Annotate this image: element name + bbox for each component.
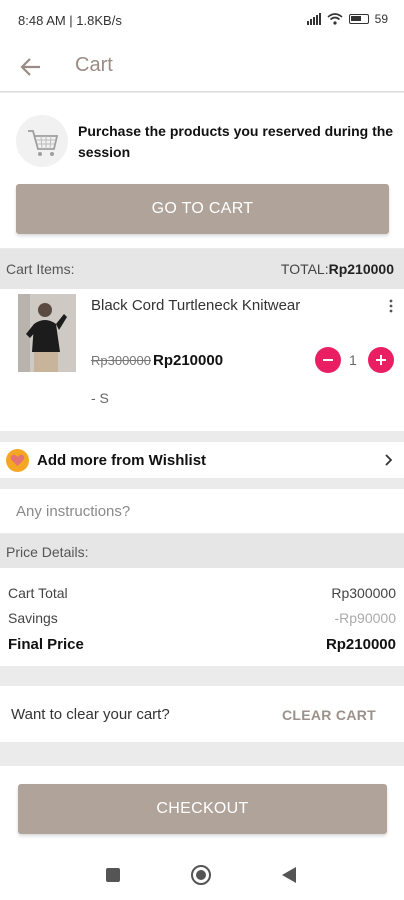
system-nav-bar: [0, 846, 404, 900]
arrow-left-icon[interactable]: [18, 54, 44, 80]
increase-quantity-button[interactable]: [368, 347, 394, 373]
home-icon[interactable]: [191, 865, 211, 885]
status-time: 8:48 AM | 1.8KB/s: [18, 13, 122, 28]
status-icons: 59: [306, 12, 388, 26]
checkout-bar: CHECKOUT: [0, 766, 404, 846]
reserved-products-banner: Purchase the products you reserved durin…: [0, 93, 404, 248]
instructions-input[interactable]: [0, 489, 404, 533]
savings-value: -Rp90000: [334, 610, 397, 626]
checkout-button[interactable]: CHECKOUT: [18, 784, 387, 834]
discounted-price: Rp210000: [153, 352, 224, 369]
clear-cart-button[interactable]: CLEAR CART: [282, 707, 376, 723]
original-price: Rp300000: [91, 353, 151, 368]
page-title: Cart: [75, 54, 113, 76]
wifi-icon: [327, 13, 343, 25]
add-from-wishlist-row[interactable]: Add more from Wishlist: [0, 442, 404, 478]
recent-apps-icon[interactable]: [106, 868, 120, 882]
plus-icon: [376, 355, 386, 365]
minus-icon: [323, 359, 333, 361]
decrease-quantity-button[interactable]: [315, 347, 341, 373]
price-details-label: Price Details:: [6, 544, 89, 560]
final-price-label: Final Price: [8, 636, 84, 653]
wishlist-label: Add more from Wishlist: [37, 452, 207, 469]
instructions-field-container: [0, 489, 404, 533]
quantity-value: 1: [349, 352, 357, 368]
product-variant: - S: [91, 390, 109, 406]
back-triangle-icon[interactable]: [282, 867, 296, 883]
final-price-row: Final Price Rp210000: [8, 636, 396, 653]
reserved-products-message: Purchase the products you reserved durin…: [78, 123, 394, 160]
cart-total-row: Cart Total Rp300000: [8, 585, 396, 601]
price-details-header: Price Details:: [0, 534, 404, 568]
product-name[interactable]: Black Cord Turtleneck Knitwear: [91, 297, 300, 314]
battery-icon: [348, 14, 369, 24]
more-options-icon[interactable]: [388, 299, 394, 313]
price-details: Cart Total Rp300000 Savings -Rp90000 Fin…: [0, 568, 404, 666]
savings-label: Savings: [8, 610, 58, 626]
status-bar: 8:48 AM | 1.8KB/s 59: [0, 0, 404, 42]
cart-items-label: Cart Items:: [6, 261, 75, 277]
total-value: Rp210000: [328, 261, 394, 277]
savings-row: Savings -Rp90000: [8, 610, 396, 626]
final-price-value: Rp210000: [325, 636, 396, 653]
signal-icon: [306, 13, 321, 25]
total-label: TOTAL:: [280, 261, 329, 277]
clear-cart-row: Want to clear your cart? CLEAR CART: [0, 686, 404, 742]
cart-total: TOTAL:Rp210000: [281, 261, 394, 277]
heart-icon: [6, 449, 29, 472]
shopping-cart-icon: [16, 115, 68, 167]
product-image[interactable]: [18, 294, 76, 372]
cart-total-value: Rp300000: [331, 585, 396, 601]
go-to-cart-button[interactable]: GO TO CART: [16, 184, 389, 234]
battery-level: 59: [374, 12, 388, 26]
app-bar: Cart: [0, 42, 404, 92]
chevron-right-icon: [385, 454, 392, 466]
cart-item: Black Cord Turtleneck Knitwear Rp300000 …: [0, 289, 404, 431]
clear-cart-prompt: Want to clear your cart?: [11, 706, 170, 723]
cart-total-label: Cart Total: [8, 585, 68, 601]
cart-items-header: Cart Items: TOTAL:Rp210000: [0, 249, 404, 289]
